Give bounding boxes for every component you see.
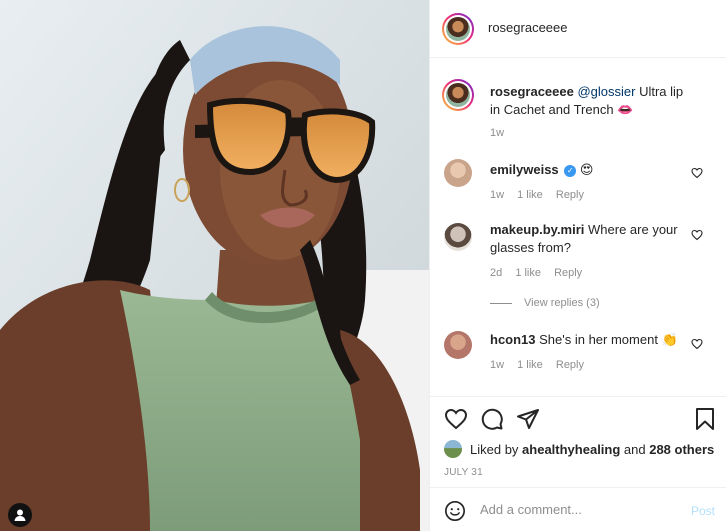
caption-username[interactable]: rosegraceeee [490,84,574,99]
comment-meta: 2d 1 like Reply [490,267,592,279]
comment-time[interactable]: 2d [490,267,502,279]
comment-body: She's in her moment [535,332,662,347]
caption-meta: 1w [490,127,514,139]
share-icon[interactable] [516,407,540,431]
post-actions: Liked by ahealthyhealing and 288 others … [430,396,726,486]
like-comment-heart-icon[interactable] [691,229,703,241]
post-side-panel: rosegraceeee rosegraceeee @glossier Ultr… [429,0,726,531]
reply-button[interactable]: Reply [554,267,582,279]
post-button[interactable]: Post [691,504,715,518]
like-comment-heart-icon[interactable] [691,338,703,350]
comment-likes[interactable]: 1 like [517,359,543,371]
lips-emoji: 👄 [617,103,634,118]
photo-image [0,0,429,531]
clap-emoji: 👏 [661,333,678,348]
liked-by-middle: and [620,442,650,457]
comments-list: rosegraceeee @glossier Ultra lip in Cach… [430,59,726,396]
caption-time[interactable]: 1w [490,127,504,139]
heart-eyes-emoji: 😍 [579,163,594,178]
liker-avatar[interactable] [444,440,462,458]
comment-text: hcon13 She's in her moment 👏 [490,331,694,350]
comment-text: emilyweiss ✓ 😍 [490,161,694,180]
post-header: rosegraceeee [430,0,726,58]
like-comment-heart-icon[interactable] [691,167,703,179]
post-photo[interactable] [0,0,429,531]
comment-likes[interactable]: 1 like [515,267,541,279]
comment-icon[interactable] [480,407,504,431]
liker-username[interactable]: ahealthyhealing [522,442,620,457]
comment-avatar[interactable] [444,159,472,187]
heart-icon[interactable] [444,407,468,431]
comment-input[interactable] [480,502,680,517]
comment-avatar[interactable] [444,331,472,359]
verified-badge-icon: ✓ [564,164,577,177]
reply-button[interactable]: Reply [556,359,584,371]
comment-username[interactable]: hcon13 [490,332,536,347]
author-avatar[interactable] [442,13,474,45]
view-replies-label: View replies (3) [524,297,600,309]
comment-time[interactable]: 1w [490,359,504,371]
replies-divider [490,302,512,304]
comment-username[interactable]: makeup.by.miri [490,222,584,237]
add-comment-bar: Post [430,487,726,531]
liked-by-prefix: Liked by [470,442,523,457]
caption-avatar[interactable] [442,79,474,111]
post-date[interactable]: JULY 31 [444,467,483,478]
caption-text: rosegraceeee @glossier Ultra lip in Cach… [490,83,694,120]
smile-icon[interactable] [444,500,466,522]
tag-person-icon[interactable] [8,503,32,527]
bookmark-icon[interactable] [694,407,716,431]
comment-likes[interactable]: 1 like [517,189,543,201]
likes-others-link[interactable]: 288 others [649,442,714,457]
comment-meta: 1w 1 like Reply [490,189,594,201]
comment-avatar[interactable] [444,223,472,251]
comment-username[interactable]: emilyweiss [490,162,559,177]
author-username[interactable]: rosegraceeee [488,20,568,35]
reply-button[interactable]: Reply [556,189,584,201]
view-replies-button[interactable]: View replies (3) [490,297,600,309]
comment-time[interactable]: 1w [490,189,504,201]
caption-mention-link[interactable]: @glossier [577,84,635,99]
comment-text: makeup.by.miri Where are your glasses fr… [490,221,694,257]
comment-meta: 1w 1 like Reply [490,359,594,371]
